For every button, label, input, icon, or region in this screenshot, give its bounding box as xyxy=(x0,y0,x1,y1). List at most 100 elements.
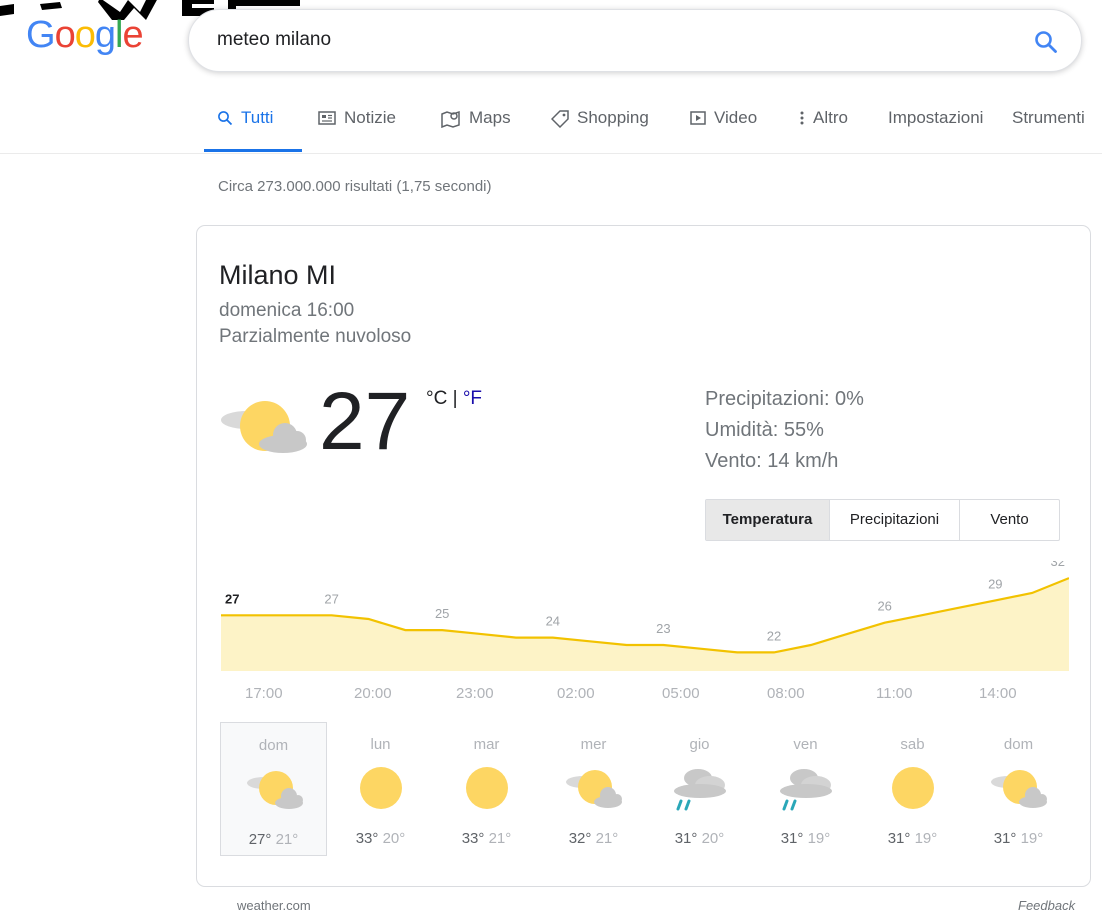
day-forecast-dom[interactable]: dom 31° 19° xyxy=(965,722,1072,856)
day-high: 31° xyxy=(674,830,698,847)
weather-details: Precipitazioni: 0% Umidità: 55% Vento: 1… xyxy=(705,384,864,477)
day-low: 19° xyxy=(807,830,831,847)
google-logo[interactable]: Google xyxy=(26,14,144,57)
partly-cloudy-icon xyxy=(247,771,303,809)
hour-label: 05:00 xyxy=(662,685,700,702)
tab-strumenti[interactable]: Strumenti xyxy=(1012,108,1085,154)
tab-tutti[interactable]: Tutti xyxy=(217,108,273,154)
day-low: 20° xyxy=(382,830,406,847)
tab-impostazioni[interactable]: Impostazioni xyxy=(888,108,983,154)
day-temperatures: 33° 20° xyxy=(327,830,434,847)
tabs-divider xyxy=(0,153,1102,154)
temperature-point-label: 22 xyxy=(767,628,781,643)
partly-cloudy-icon xyxy=(991,770,1047,808)
hour-label: 17:00 xyxy=(245,685,283,702)
tag-icon xyxy=(551,110,569,128)
day-high: 33° xyxy=(461,830,485,847)
news-icon xyxy=(318,111,336,125)
day-forecast-mer[interactable]: mer 32° 21° xyxy=(540,722,647,856)
tab-label: Strumenti xyxy=(1012,108,1085,127)
logo-letter: o xyxy=(54,14,76,56)
tab-video[interactable]: Video xyxy=(690,108,757,154)
hour-label: 20:00 xyxy=(354,685,392,702)
weather-datetime: domenica 16:00 xyxy=(219,300,355,321)
current-temperature: 27 xyxy=(319,376,411,467)
day-forecast-sab[interactable]: sab 31° 19° xyxy=(859,722,966,856)
day-high: 31° xyxy=(993,830,1017,847)
temperature-point-label: 24 xyxy=(546,614,560,629)
search-icon xyxy=(218,111,233,126)
tab-label: Tutti xyxy=(241,108,274,127)
day-forecast-mar[interactable]: mar 33° 21° xyxy=(433,722,540,856)
unit-celsius[interactable]: °C xyxy=(426,388,447,409)
day-temperatures: 32° 21° xyxy=(540,830,647,847)
tab-precipitazioni[interactable]: Precipitazioni xyxy=(830,500,960,540)
logo-letter: l xyxy=(114,14,124,56)
day-forecast-dom[interactable]: dom 27° 21° xyxy=(220,722,327,856)
temperature-point-label: 27 xyxy=(324,591,338,606)
tab-vento[interactable]: Vento xyxy=(960,500,1059,540)
hour-label: 14:00 xyxy=(979,685,1017,702)
temperature-point-label: 27 xyxy=(225,591,239,606)
tab-maps[interactable]: Maps xyxy=(441,108,511,154)
more-vertical-icon xyxy=(800,111,804,125)
day-temperatures: 31° 20° xyxy=(646,830,753,847)
temperature-area xyxy=(221,578,1069,671)
search-input[interactable] xyxy=(217,26,997,54)
unit-toggle: °C | °F xyxy=(426,388,482,410)
logo-letter: o xyxy=(74,14,96,56)
play-icon xyxy=(690,111,706,125)
day-temperatures: 27° 21° xyxy=(221,831,326,848)
precipitation-text: Precipitazioni: 0% xyxy=(705,388,864,410)
logo-letter: g xyxy=(94,14,116,56)
sun-icon xyxy=(360,767,402,809)
weather-source[interactable]: weather.com xyxy=(237,898,311,913)
day-forecast-lun[interactable]: lun 33° 20° xyxy=(327,722,434,856)
hour-label: 02:00 xyxy=(557,685,595,702)
tab-altro[interactable]: Altro xyxy=(799,108,848,154)
feedback-link[interactable]: Feedback xyxy=(1018,898,1075,913)
day-name: dom xyxy=(1003,736,1034,753)
tab-temperatura[interactable]: Temperatura xyxy=(706,500,830,540)
search-button[interactable] xyxy=(1033,29,1059,55)
tab-label: Impostazioni xyxy=(888,108,984,127)
hour-label: 08:00 xyxy=(767,685,805,702)
day-forecast-ven[interactable]: ven 31° 19° xyxy=(752,722,859,856)
weather-location[interactable]: Milano MI xyxy=(219,260,336,291)
day-name: lun xyxy=(370,736,391,753)
partly-cloudy-icon xyxy=(221,401,307,453)
day-high: 27° xyxy=(248,831,272,848)
day-forecast-gio[interactable]: gio 31° 20° xyxy=(646,722,753,856)
day-low: 21° xyxy=(488,830,512,847)
rain-cloud-icon xyxy=(780,769,832,811)
day-high: 31° xyxy=(780,830,804,847)
day-low: 21° xyxy=(595,830,619,847)
unit-fahrenheit[interactable]: °F xyxy=(463,388,482,409)
day-name: ven xyxy=(793,736,818,753)
sun-icon xyxy=(892,767,934,809)
day-low: 21° xyxy=(275,831,299,848)
hour-label: 11:00 xyxy=(876,685,913,702)
day-name: mar xyxy=(473,736,500,753)
logo-letter: G xyxy=(26,14,56,56)
tab-shopping[interactable]: Shopping xyxy=(551,108,649,154)
day-temperatures: 31° 19° xyxy=(965,830,1072,847)
tab-label: Maps xyxy=(469,108,511,127)
day-name: gio xyxy=(689,736,710,753)
day-low: 19° xyxy=(914,830,938,847)
result-stats: Circa 273.000.000 risultati (1,75 second… xyxy=(218,178,492,195)
hour-label: 23:00 xyxy=(456,685,494,702)
search-icon xyxy=(1035,31,1057,53)
sun-icon xyxy=(466,767,508,809)
daily-forecast: dom 27° 21° lun 33° 20° mar 33° 21° mer 32° 21°… xyxy=(220,722,1070,857)
day-low: 20° xyxy=(701,830,725,847)
day-name: sab xyxy=(900,736,925,753)
temperature-point-label: 25 xyxy=(435,606,449,621)
day-low: 19° xyxy=(1020,830,1044,847)
weather-card: Milano MI domenica 16:00 Parzialmente nu… xyxy=(196,225,1091,887)
temperature-point-label: 23 xyxy=(656,621,670,636)
search-box xyxy=(188,9,1082,72)
tab-notizie[interactable]: Notizie xyxy=(318,108,396,154)
active-tab-indicator xyxy=(204,149,302,152)
temperature-point-label: 26 xyxy=(877,599,891,614)
